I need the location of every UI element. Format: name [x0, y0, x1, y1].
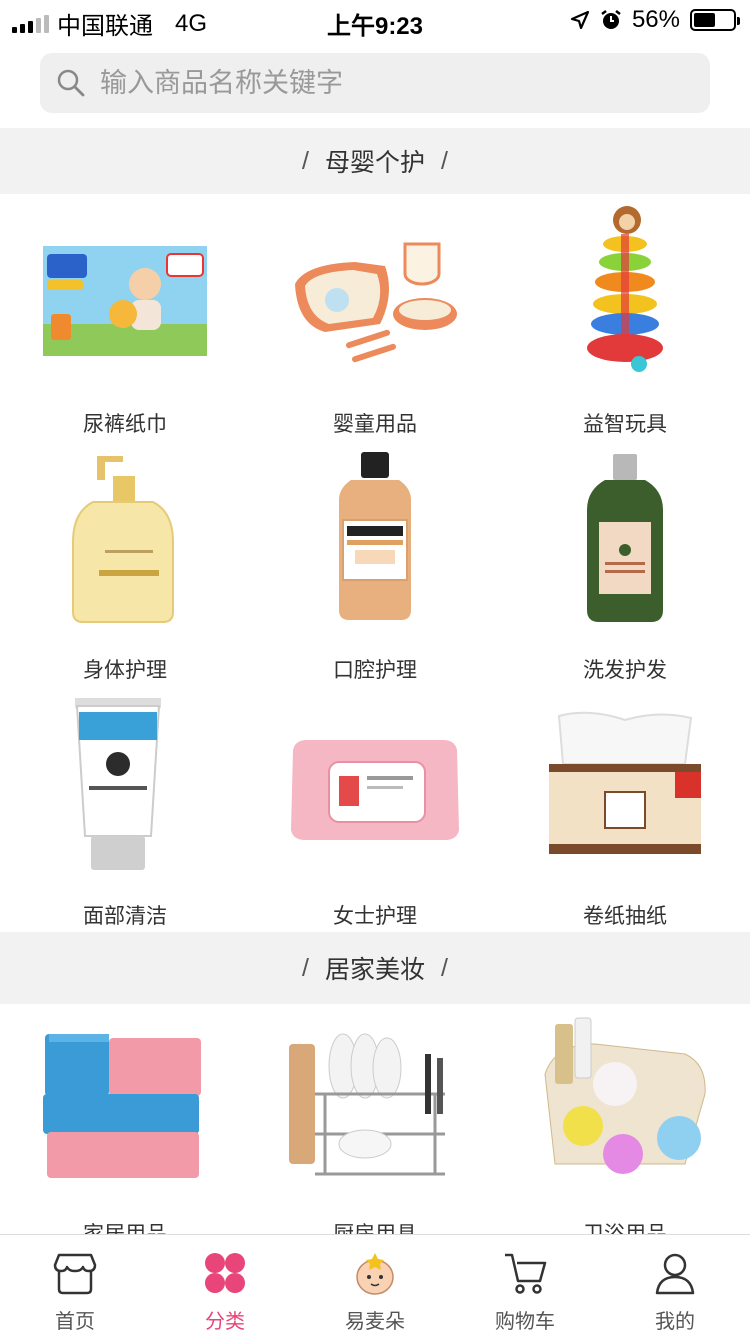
tab-home[interactable]: 首页	[0, 1235, 150, 1334]
lotion-bottle-image	[35, 450, 215, 630]
location-arrow-icon	[570, 10, 590, 30]
tissue-box-image	[535, 696, 715, 876]
user-icon	[655, 1253, 695, 1295]
search-bar[interactable]	[40, 53, 710, 113]
dish-rack-image	[285, 1014, 465, 1194]
category-item-tissue[interactable]: 卷纸抽纸	[500, 686, 750, 932]
category-item-oral-care[interactable]: 口腔护理	[250, 440, 500, 686]
section-title: 居家美妆	[324, 956, 425, 984]
category-grid: 家居用品 厨房用具	[0, 1004, 750, 1234]
category-label: 益智玩具	[583, 413, 667, 436]
cleanser-tube-image	[35, 696, 215, 876]
tab-label: 易麦朵	[345, 1311, 405, 1333]
toy-tower-image	[535, 204, 715, 384]
bottom-tab-bar: 首页 分类 易麦朵 购物车 我的	[0, 1234, 750, 1334]
category-item-home-goods[interactable]: 家居用品	[0, 1004, 250, 1234]
category-label: 卫浴用品	[583, 1218, 667, 1234]
mascot-icon	[356, 1253, 394, 1295]
section-title: 母婴个护	[324, 149, 425, 177]
storage-boxes-image	[35, 1014, 215, 1194]
category-label: 卷纸抽纸	[583, 905, 667, 928]
battery-icon	[690, 9, 740, 31]
cart-icon	[505, 1253, 547, 1294]
category-label: 家居用品	[83, 1218, 167, 1234]
tab-label: 购物车	[495, 1311, 555, 1333]
category-item-educational-toys[interactable]: 益智玩具	[500, 194, 750, 440]
tab-cart[interactable]: 购物车	[450, 1235, 600, 1334]
shop-icon	[53, 1253, 97, 1295]
tab-label: 我的	[655, 1311, 695, 1333]
alarm-icon	[601, 10, 621, 29]
bath-products-image	[535, 1014, 715, 1194]
category-item-baby-products[interactable]: 婴童用品	[250, 194, 500, 440]
category-label: 尿裤纸巾	[83, 413, 167, 436]
battery-percent: 56%	[631, 6, 680, 33]
category-icon	[205, 1253, 245, 1293]
tab-me[interactable]: 我的	[600, 1235, 750, 1334]
search-input[interactable]	[100, 67, 660, 99]
category-label: 厨房用具	[333, 1218, 417, 1234]
tab-yimaiduo[interactable]: 易麦朵	[300, 1235, 450, 1334]
category-item-diapers[interactable]: 尿裤纸巾	[0, 194, 250, 440]
wipes-pack-image	[285, 696, 465, 876]
category-grid: 尿裤纸巾 婴童用品 益智玩具 身体护理 口腔护理 洗发护发 面部清洁 女士护理 …	[0, 194, 750, 932]
mouthwash-bottle-image	[285, 450, 465, 630]
conditioner-bottle-image	[535, 450, 715, 630]
baby-tableware-image	[285, 204, 465, 384]
search-icon	[57, 69, 85, 97]
category-label: 口腔护理	[333, 659, 417, 682]
category-label: 面部清洁	[83, 905, 167, 928]
category-label: 婴童用品	[333, 413, 417, 436]
category-label: 洗发护发	[583, 659, 667, 682]
tab-label: 分类	[205, 1311, 245, 1333]
category-item-kitchenware[interactable]: 厨房用具	[250, 1004, 500, 1234]
diaper-pack-image	[35, 204, 215, 384]
category-item-facial-cleansing[interactable]: 面部清洁	[0, 686, 250, 932]
category-item-hair-care[interactable]: 洗发护发	[500, 440, 750, 686]
status-bar: 中国联通 4G 上午9:23 56%	[0, 0, 750, 40]
tab-label: 首页	[55, 1311, 95, 1333]
category-label: 身体护理	[83, 659, 167, 682]
section-header-maternal-care: / 母婴个护 /	[0, 128, 750, 194]
category-item-body-care[interactable]: 身体护理	[0, 440, 250, 686]
tab-category[interactable]: 分类	[150, 1235, 300, 1334]
category-content[interactable]: / 母婴个护 / 尿裤纸巾 婴童用品 益智玩具 身体护理 口腔护理 洗发护发 面…	[0, 128, 750, 1234]
category-item-feminine-care[interactable]: 女士护理	[250, 686, 500, 932]
category-label: 女士护理	[333, 905, 417, 928]
section-header-home-beauty: / 居家美妆 /	[0, 932, 750, 1004]
category-item-bathroom[interactable]: 卫浴用品	[500, 1004, 750, 1234]
